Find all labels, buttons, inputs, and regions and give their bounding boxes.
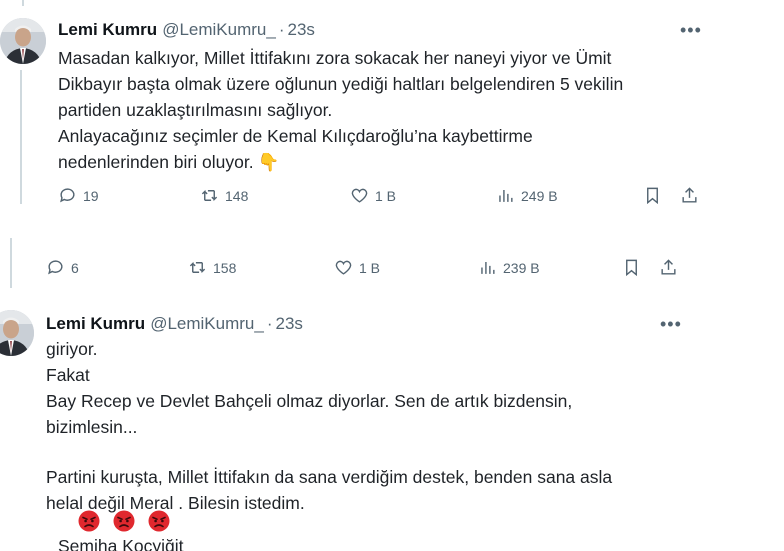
share-button[interactable] bbox=[680, 186, 699, 204]
tweet-card-bottom[interactable]: 6 158 1 B 239 B Lemi Kumru @LemiKumru_ ·… bbox=[0, 238, 700, 551]
repost-count: 158 bbox=[213, 259, 237, 276]
tweet-text-line: Fakat bbox=[46, 365, 90, 385]
tweet-text-line: partiden uzaklaştırılmasını sağlıyor. bbox=[58, 100, 333, 120]
tweet-text-line: bizimlesin... bbox=[46, 417, 138, 437]
bookmark-button[interactable] bbox=[643, 186, 662, 204]
display-name[interactable]: Lemi Kumru bbox=[58, 20, 157, 40]
signature: Semiha Koçyiğit bbox=[58, 536, 184, 551]
tweet-header: Lemi Kumru @LemiKumru_ · 23s bbox=[58, 20, 315, 40]
more-options-icon[interactable]: ••• bbox=[660, 314, 682, 335]
emoji-row bbox=[78, 510, 170, 532]
views-count: 239 B bbox=[503, 259, 540, 276]
like-button[interactable]: 1 B bbox=[350, 186, 396, 204]
avatar-photo bbox=[0, 310, 34, 356]
angry-face-icon bbox=[113, 510, 135, 532]
thread-line bbox=[20, 70, 22, 204]
tweet-actions: 19 148 1 B 249 B bbox=[0, 186, 708, 204]
avatar[interactable] bbox=[0, 310, 34, 356]
avatar-photo bbox=[0, 18, 46, 64]
timestamp[interactable]: 23s bbox=[288, 20, 315, 40]
repost-button[interactable]: 148 bbox=[200, 186, 248, 204]
share-icon bbox=[682, 187, 697, 203]
thread-line bbox=[22, 0, 24, 6]
views-icon bbox=[499, 189, 513, 202]
bookmark-button[interactable] bbox=[622, 258, 641, 277]
reply-icon bbox=[48, 260, 63, 275]
bookmark-icon bbox=[626, 259, 637, 277]
like-count: 1 B bbox=[375, 187, 397, 204]
separator-dot: · bbox=[278, 20, 285, 39]
display-name[interactable]: Lemi Kumru bbox=[46, 314, 145, 334]
tweet-text: giriyor. Fakat Bay Recep ve Devlet Bahçe… bbox=[46, 336, 612, 516]
like-count: 1 B bbox=[359, 259, 381, 276]
repost-icon bbox=[201, 189, 218, 202]
reply-count: 6 bbox=[71, 259, 79, 276]
tweet-text-line: nedenlerinden biri oluyor. 👇 bbox=[58, 152, 280, 172]
reply-button[interactable]: 19 bbox=[58, 186, 99, 204]
reply-icon bbox=[60, 188, 75, 203]
share-icon bbox=[661, 259, 676, 275]
like-button[interactable]: 1 B bbox=[334, 258, 380, 277]
tweet-card-top[interactable]: Lemi Kumru @LemiKumru_ · 23s ••• Masadan… bbox=[0, 0, 708, 204]
repost-button[interactable]: 158 bbox=[188, 258, 236, 277]
tweet-text-line: Anlayacağınız seçimler de Kemal Kılıçdar… bbox=[58, 126, 533, 146]
pointing-down-emoji: 👇 bbox=[257, 152, 280, 172]
tweet-text-line: Dikbayır başta olmak üzere oğlunun yediğ… bbox=[58, 74, 624, 94]
timestamp[interactable]: 23s bbox=[276, 314, 303, 334]
repost-icon bbox=[189, 261, 206, 274]
user-handle[interactable]: @LemiKumru_ bbox=[150, 314, 264, 334]
views-button[interactable]: 239 B bbox=[478, 258, 540, 277]
more-options-icon[interactable]: ••• bbox=[680, 20, 702, 41]
heart-icon bbox=[351, 188, 368, 203]
tweet-text-line: Masadan kalkıyor, Millet İttifakını zora… bbox=[58, 48, 612, 68]
tweet-text-line: giriyor. bbox=[46, 339, 98, 359]
reply-count: 19 bbox=[83, 187, 99, 204]
share-button[interactable] bbox=[659, 258, 678, 277]
avatar[interactable] bbox=[0, 18, 46, 64]
views-count: 249 B bbox=[521, 187, 558, 204]
tweet-text: Masadan kalkıyor, Millet İttifakını zora… bbox=[58, 45, 623, 175]
tweet-actions: 6 158 1 B 239 B bbox=[0, 258, 700, 282]
tweet-header: Lemi Kumru @LemiKumru_ · 23s bbox=[46, 314, 303, 334]
bookmark-icon bbox=[647, 187, 658, 204]
tweet-text-line: Partini kuruşta, Millet İttifakın da san… bbox=[46, 467, 613, 487]
heart-icon bbox=[335, 260, 352, 275]
tweet-text-line: Bay Recep ve Devlet Bahçeli olmaz diyorl… bbox=[46, 391, 573, 411]
user-handle[interactable]: @LemiKumru_ bbox=[162, 20, 276, 40]
reply-button[interactable]: 6 bbox=[46, 258, 79, 277]
angry-face-icon bbox=[148, 510, 170, 532]
separator-dot: · bbox=[266, 314, 273, 333]
angry-face-icon bbox=[78, 510, 100, 532]
views-icon bbox=[481, 261, 495, 274]
views-button[interactable]: 249 B bbox=[496, 186, 558, 204]
repost-count: 148 bbox=[225, 187, 249, 204]
